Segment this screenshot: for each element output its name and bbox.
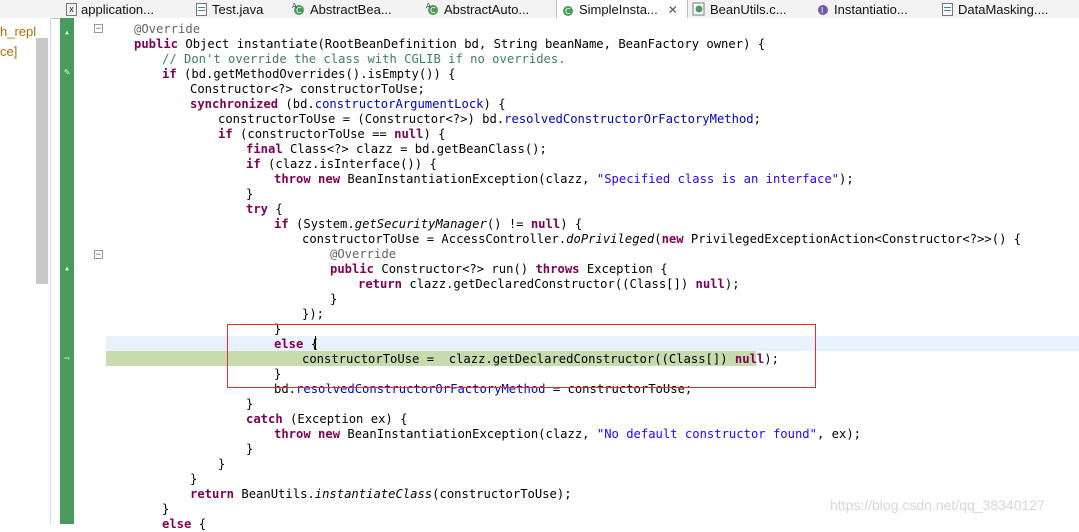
- class-file-icon: [692, 2, 706, 16]
- code-line: try {: [246, 202, 283, 216]
- code-line: constructorToUse = (Constructor<?>) bd.r…: [218, 112, 761, 126]
- java-class-icon: CA: [292, 2, 306, 16]
- editor-tab-bar: x application... Test.java CA AbstractBe…: [0, 0, 1079, 19]
- code-line: return clazz.getDeclaredConstructor((Cla…: [358, 277, 740, 291]
- collapse-icon[interactable]: −: [94, 24, 103, 34]
- watermark: https://blog.csdn.net/qq_38340127: [830, 497, 1045, 513]
- code-line: if (clazz.isInterface()) {: [246, 157, 437, 171]
- panel-text: ce]: [0, 44, 18, 59]
- java-file-icon: [940, 2, 954, 16]
- annotation-ruler[interactable]: ▴ ✎ ▴ ⇨: [60, 18, 74, 524]
- code-line: }: [246, 187, 254, 201]
- code-line: synchronized (bd.constructorArgumentLock…: [190, 97, 506, 111]
- svg-text:I: I: [821, 6, 823, 15]
- code-line: bd.resolvedConstructorOrFactoryMethod = …: [274, 382, 693, 396]
- tab-label: AbstractAuto...: [444, 1, 530, 17]
- tab-test-java[interactable]: Test.java: [194, 0, 263, 18]
- code-line: }: [162, 502, 170, 516]
- code-line: public Constructor<?> run() throws Excep…: [330, 262, 668, 276]
- code-line: public Object instantiate(RootBeanDefini…: [134, 37, 766, 51]
- code-line: }: [218, 457, 226, 471]
- tab-bean-utils[interactable]: BeanUtils.c...: [692, 0, 787, 18]
- code-line: }: [274, 322, 282, 336]
- override-marker-icon[interactable]: ✎: [61, 68, 73, 78]
- svg-text:C: C: [430, 6, 436, 15]
- code-line: else {: [274, 337, 319, 351]
- tab-instantiation-strategy[interactable]: I Instantiatio...: [816, 0, 908, 18]
- code-line: }: [190, 472, 198, 486]
- xml-file-icon: x: [66, 2, 77, 16]
- code-line: if (bd.getMethodOverrides().isEmpty()) {: [162, 67, 456, 81]
- code-editor[interactable]: @Override public Object instantiate(Root…: [106, 18, 1079, 531]
- code-line: // Don't override the class with CGLIB i…: [162, 52, 566, 66]
- java-file-icon: [194, 2, 208, 16]
- collapse-icon[interactable]: −: [94, 250, 103, 260]
- code-line: constructorToUse = AccessController.doPr…: [302, 232, 1022, 246]
- tab-label: application...: [81, 1, 154, 17]
- java-class-icon: C: [561, 3, 575, 17]
- svg-text:A: A: [426, 2, 431, 10]
- tab-label: DataMasking....: [958, 1, 1049, 17]
- code-line: }: [330, 292, 338, 306]
- close-icon[interactable]: ✕: [668, 3, 678, 17]
- text-cursor: [315, 336, 316, 350]
- code-line: final Class<?> clazz = bd.getBeanClass()…: [246, 142, 547, 156]
- tab-data-masking[interactable]: DataMasking....: [940, 0, 1048, 18]
- tab-simple-instantiation[interactable]: C SimpleInsta... ✕: [556, 0, 688, 19]
- svg-text:C: C: [296, 6, 302, 15]
- override-marker-icon[interactable]: ▴: [61, 264, 73, 274]
- tab-label: Test.java: [212, 1, 264, 17]
- java-class-icon: I: [816, 2, 830, 16]
- code-line: catch (Exception ex) {: [246, 412, 408, 426]
- tab-abstract-bean-factory[interactable]: CA AbstractBea...: [292, 0, 392, 18]
- code-line: @Override: [134, 22, 201, 36]
- panel-text: h_repl: [0, 24, 37, 39]
- java-class-icon: CA: [426, 2, 440, 16]
- tab-application-xml[interactable]: x application...: [66, 0, 154, 18]
- tab-abstract-autowire[interactable]: CA AbstractAuto...: [426, 0, 529, 18]
- tab-label: Instantiatio...: [834, 1, 908, 17]
- code-line: else {: [162, 517, 207, 531]
- code-line: return BeanUtils.instantiateClass(constr…: [190, 487, 572, 501]
- tab-label: AbstractBea...: [310, 1, 392, 17]
- code-line: constructorToUse = clazz.getDeclaredCons…: [302, 352, 779, 366]
- code-line: Constructor<?> constructorToUse;: [190, 82, 425, 96]
- code-line: }: [246, 442, 254, 456]
- tab-label: BeanUtils.c...: [710, 1, 787, 17]
- debug-pointer-icon[interactable]: ⇨: [61, 354, 73, 364]
- left-side-panel: h_repl ce]: [0, 18, 51, 524]
- code-line: throw new BeanInstantiationException(cla…: [274, 172, 854, 186]
- svg-text:C: C: [565, 7, 571, 16]
- svg-text:A: A: [292, 2, 297, 10]
- code-line: }: [246, 397, 254, 411]
- override-marker-icon[interactable]: ▴: [61, 28, 73, 38]
- code-line: if (constructorToUse == null) {: [218, 127, 446, 141]
- tab-label: SimpleInsta...: [579, 2, 658, 17]
- code-line: });: [302, 307, 325, 321]
- code-line: @Override: [330, 247, 397, 261]
- code-line: }: [274, 367, 282, 381]
- code-line: throw new BeanInstantiationException(cla…: [274, 427, 862, 441]
- code-line: if (System.getSecurityManager() != null)…: [274, 217, 583, 231]
- panel-scrollbar[interactable]: [36, 38, 48, 284]
- folding-gutter: − −: [74, 18, 106, 524]
